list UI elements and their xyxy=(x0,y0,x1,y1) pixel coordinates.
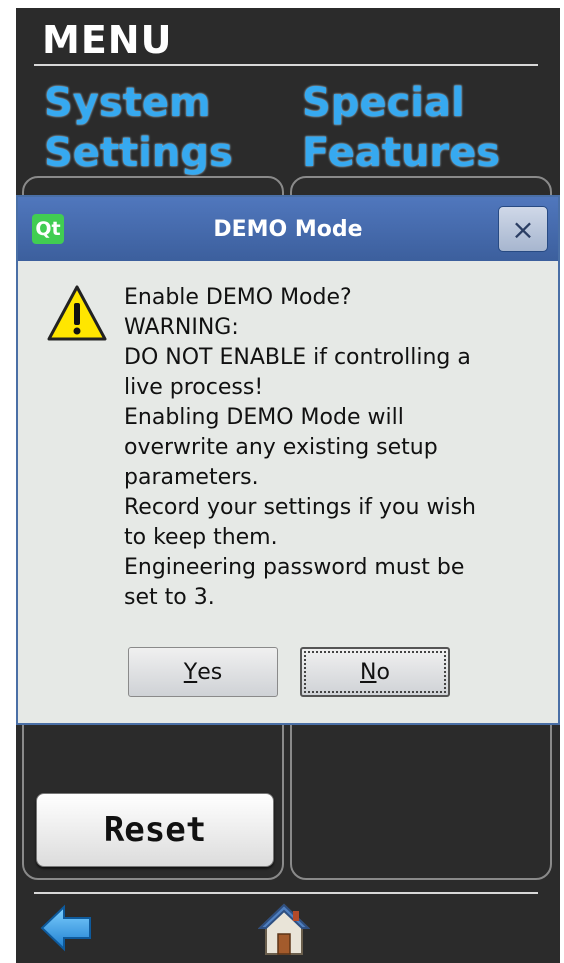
message-line: overwrite any existing setup xyxy=(124,435,438,460)
dialog-message: Enable DEMO Mode? WARNING: DO NOT ENABLE… xyxy=(124,283,544,613)
message-line: to keep them. xyxy=(124,525,278,550)
message-line: Enable DEMO Mode? xyxy=(124,285,352,310)
message-line: set to 3. xyxy=(124,585,215,610)
header-divider xyxy=(34,64,538,66)
footer-divider xyxy=(34,892,538,894)
message-line: live process! xyxy=(124,375,264,400)
home-icon[interactable] xyxy=(258,902,310,956)
qt-app-icon: Qt xyxy=(32,214,64,244)
message-line: Enabling DEMO Mode will xyxy=(124,405,404,430)
yes-button[interactable]: Yes xyxy=(128,647,278,697)
back-arrow-icon[interactable] xyxy=(40,904,92,952)
close-button[interactable]: × xyxy=(498,206,548,252)
special-features-heading[interactable]: Special Features xyxy=(302,78,500,178)
system-settings-heading[interactable]: System Settings xyxy=(44,78,233,178)
message-line: Record your settings if you wish xyxy=(124,495,476,520)
dialog-title-bar[interactable]: Qt DEMO Mode × xyxy=(18,197,558,261)
message-line: DO NOT ENABLE if controlling a xyxy=(124,345,471,370)
message-line: WARNING: xyxy=(124,315,239,340)
message-line: Engineering password must be xyxy=(124,555,465,580)
menu-title: MENU xyxy=(42,18,173,62)
dialog-title: DEMO Mode xyxy=(213,216,363,242)
demo-mode-dialog: Qt DEMO Mode × Enable DEMO Mode? WARNING… xyxy=(16,195,560,725)
no-button[interactable]: No xyxy=(300,647,450,697)
warning-icon xyxy=(47,285,107,341)
reset-button[interactable]: Reset xyxy=(36,793,274,867)
message-line: parameters. xyxy=(124,465,259,490)
